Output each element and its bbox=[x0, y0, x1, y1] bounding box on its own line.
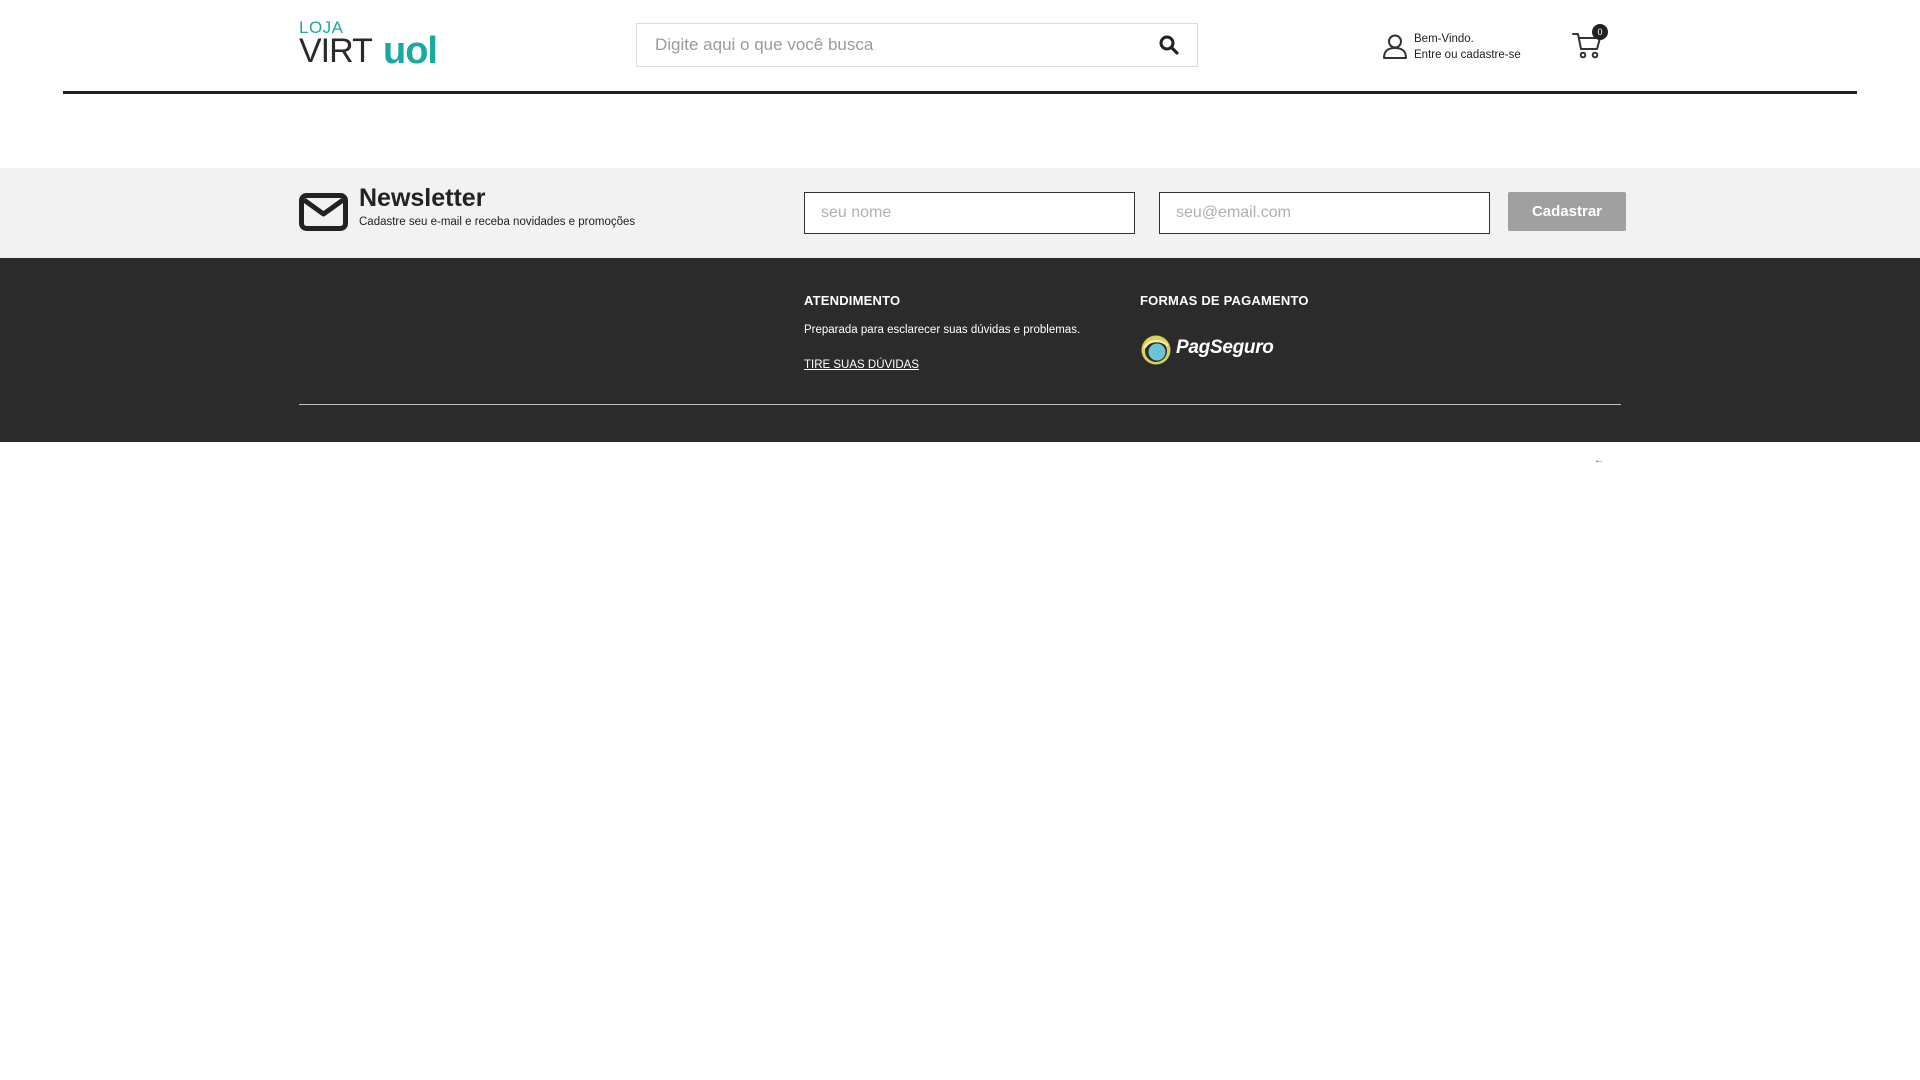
newsletter-submit-button[interactable]: Cadastrar bbox=[1508, 192, 1626, 231]
payment-heading: FORMAS DE PAGAMENTO bbox=[1140, 293, 1309, 308]
newsletter-name-input[interactable] bbox=[804, 192, 1135, 234]
cart-count-badge: 0 bbox=[1592, 24, 1608, 40]
search-input[interactable] bbox=[637, 24, 1155, 66]
logo-text-uol: uol bbox=[383, 30, 438, 72]
account-text: Bem-Vindo. Entre ou cadastre-se bbox=[1414, 31, 1521, 63]
atendimento-text: Preparada para esclarecer suas dúvidas e… bbox=[804, 324, 1081, 336]
site-header: LOJA VIRT uol Bem-Vindo. Entre ou cadast… bbox=[0, 0, 1920, 96]
search-button[interactable] bbox=[1141, 24, 1197, 66]
store-logo[interactable]: LOJA VIRT uol bbox=[299, 18, 454, 72]
pagseguro-text: PagSeguro bbox=[1176, 337, 1274, 358]
faq-link[interactable]: TIRE SUAS DÚVIDAS bbox=[804, 359, 919, 371]
footer-divider bbox=[299, 404, 1621, 405]
newsletter-title: Newsletter bbox=[359, 184, 486, 212]
atendimento-heading: ATENDIMENTO bbox=[804, 293, 901, 308]
cart-button[interactable]: 0 bbox=[1572, 24, 1608, 60]
search-bar bbox=[636, 23, 1198, 67]
newsletter-email-input[interactable] bbox=[1159, 192, 1490, 234]
arrow-left-icon[interactable]: ← bbox=[1594, 455, 1604, 466]
newsletter-section: Newsletter Cadastre seu e-mail e receba … bbox=[0, 168, 1920, 258]
logo-text-virt: VIRT bbox=[299, 32, 373, 70]
site-footer: ATENDIMENTO Preparada para esclarecer su… bbox=[0, 258, 1920, 442]
search-icon bbox=[1159, 35, 1179, 55]
newsletter-subtitle: Cadastre seu e-mail e receba novidades e… bbox=[359, 216, 636, 228]
envelope-icon bbox=[299, 193, 348, 231]
welcome-text: Bem-Vindo. bbox=[1414, 33, 1474, 45]
user-icon bbox=[1383, 34, 1407, 59]
pagseguro-icon bbox=[1141, 335, 1171, 365]
login-register-text: Entre ou cadastre-se bbox=[1414, 49, 1521, 61]
header-divider bbox=[63, 91, 1857, 94]
